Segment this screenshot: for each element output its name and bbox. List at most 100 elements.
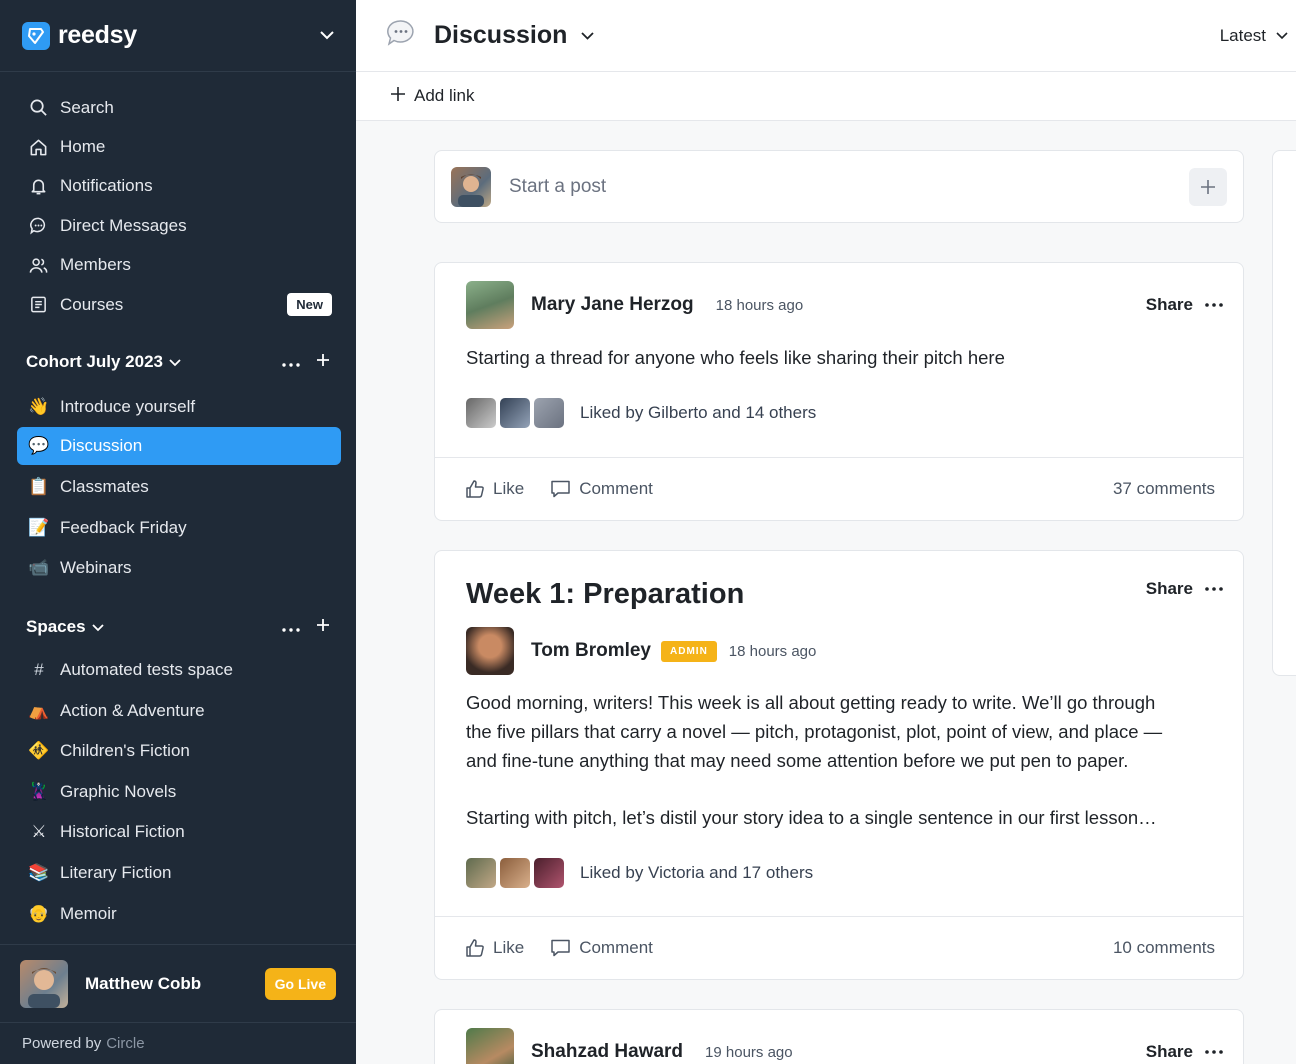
nav-label: Search [60,97,114,117]
avatar[interactable] [466,627,514,675]
spaces-section-header[interactable]: Spaces [0,607,356,647]
nav-search[interactable]: Search [0,88,356,127]
nav-courses[interactable]: Courses New [0,285,356,324]
comment-label: Comment [579,479,653,498]
children-crossing-icon: 🚸 [28,741,50,761]
post-time[interactable]: 18 hours ago [729,643,817,660]
start-post-input[interactable]: Start a post [509,176,606,198]
space-label: Literary Fiction [60,862,172,882]
main-nav: Search Home Notifications Direct Message… [0,72,356,324]
new-post-button[interactable] [1189,167,1227,206]
space-memoir[interactable]: 👴 Memoir [0,893,356,934]
circle-link[interactable]: Circle [106,1035,144,1052]
post-body: Starting a thread for anyone who feels l… [466,347,1005,368]
more-options-icon[interactable] [282,617,300,637]
space-label: Action & Adventure [60,700,205,720]
plus-icon[interactable] [390,86,406,107]
like-button[interactable]: Like [465,479,524,499]
nav-label: Notifications [60,176,153,196]
like-button[interactable]: Like [465,938,524,958]
liked-by-text: Liked by Victoria and 17 others [580,863,814,882]
space-action-adventure[interactable]: ⛺ Action & Adventure [0,690,356,731]
space-literary-fiction[interactable]: 📚 Literary Fiction [0,853,356,894]
nav-label: Home [60,137,106,157]
nav-home[interactable]: Home [0,127,356,166]
nav-notifications[interactable]: Notifications [0,167,356,206]
books-icon: 📚 [28,862,50,882]
space-label: Feedback Friday [60,517,187,537]
powered-by-label: Powered by [22,1035,102,1052]
comments-count[interactable]: 10 comments [1113,938,1215,958]
space-label: Webinars [60,558,132,578]
chevron-down-icon[interactable] [581,27,595,45]
author-name[interactable]: Tom Bromley [531,640,651,662]
comments-count[interactable]: 37 comments [1113,479,1215,499]
section-title: Cohort July 2023 [26,352,163,372]
chat-icon [28,216,48,236]
nav-label: Direct Messages [60,215,187,235]
add-icon[interactable] [316,617,330,637]
space-introduce-yourself[interactable]: 👋 Introduce yourself [0,386,356,427]
avatar[interactable] [466,1028,514,1064]
chevron-down-icon[interactable] [320,27,334,45]
add-link-button[interactable]: Add link [414,86,474,106]
post-title[interactable]: Week 1: Preparation [466,578,744,611]
community-switcher[interactable]: reedsy [0,0,356,72]
post-body-line: the five pillars that carry a novel — pi… [466,721,1163,742]
post-card: Mary Jane Herzog 18 hours ago Share Star… [434,262,1244,521]
user-name[interactable]: Matthew Cobb [85,974,201,994]
more-options-icon [1205,587,1223,591]
post-card: Week 1: Preparation Share Tom Bromley AD… [434,550,1244,980]
share-button[interactable]: Share [1146,579,1223,599]
nav-members[interactable]: Members [0,246,356,285]
old-man-icon: 👴 [28,903,50,923]
space-label: Memoir [60,903,117,923]
space-automated-tests[interactable]: # Automated tests space [0,650,356,691]
space-childrens-fiction[interactable]: 🚸 Children's Fiction [0,731,356,772]
space-feedback-friday[interactable]: 📝 Feedback Friday [0,508,356,549]
space-historical-fiction[interactable]: ⚔ Historical Fiction [0,812,356,853]
share-button[interactable]: Share [1146,295,1223,315]
post-time[interactable]: 18 hours ago [716,297,804,314]
author-name[interactable]: Mary Jane Herzog [531,294,694,316]
nav-direct-messages[interactable]: Direct Messages [0,206,356,245]
avatar [466,398,496,428]
post-time[interactable]: 19 hours ago [705,1044,793,1061]
post-body-line: Starting with pitch, let’s distil your s… [466,807,1157,828]
comment-button[interactable]: Comment [550,938,653,958]
hash-icon: # [34,660,44,680]
post-header: Mary Jane Herzog 18 hours ago Share [466,281,1223,329]
bell-icon [28,176,48,196]
post-composer[interactable]: Start a post [434,150,1244,223]
avatar[interactable] [466,281,514,329]
share-button[interactable]: Share [1146,1042,1223,1062]
wave-icon: 👋 [28,396,50,416]
search-icon [28,98,48,118]
comment-label: Comment [579,938,653,957]
post-header: Tom Bromley ADMIN 18 hours ago [466,627,816,675]
avatar[interactable] [20,959,68,1008]
plus-icon [1201,179,1215,194]
sort-dropdown[interactable]: Latest [1220,26,1288,46]
likes-summary[interactable]: Liked by Victoria and 17 others [466,858,813,888]
space-classmates[interactable]: 📋 Classmates [0,467,356,508]
chevron-down-icon[interactable] [91,617,104,637]
avatar [534,858,564,888]
space-discussion[interactable]: 💬 Discussion [17,426,341,465]
cohort-section-header[interactable]: Cohort July 2023 [0,342,356,382]
post-actions: Like Comment 37 comments [435,457,1243,520]
likes-summary[interactable]: Liked by Gilberto and 14 others [466,398,816,428]
section-title: Spaces [26,616,86,636]
author-name[interactable]: Shahzad Haward [531,1041,683,1063]
comment-icon [551,480,570,498]
add-icon[interactable] [316,352,330,372]
space-graphic-novels[interactable]: 🦹 Graphic Novels [0,772,356,813]
chevron-down-icon[interactable] [169,352,181,372]
liked-by-text: Liked by Gilberto and 14 others [580,403,817,422]
more-options-icon[interactable] [282,352,300,372]
chevron-down-icon [1276,31,1288,39]
go-live-button[interactable]: Go Live [264,967,336,1000]
comment-button[interactable]: Comment [550,479,653,499]
space-webinars[interactable]: 📹 Webinars [0,548,356,589]
members-icon [28,255,48,275]
